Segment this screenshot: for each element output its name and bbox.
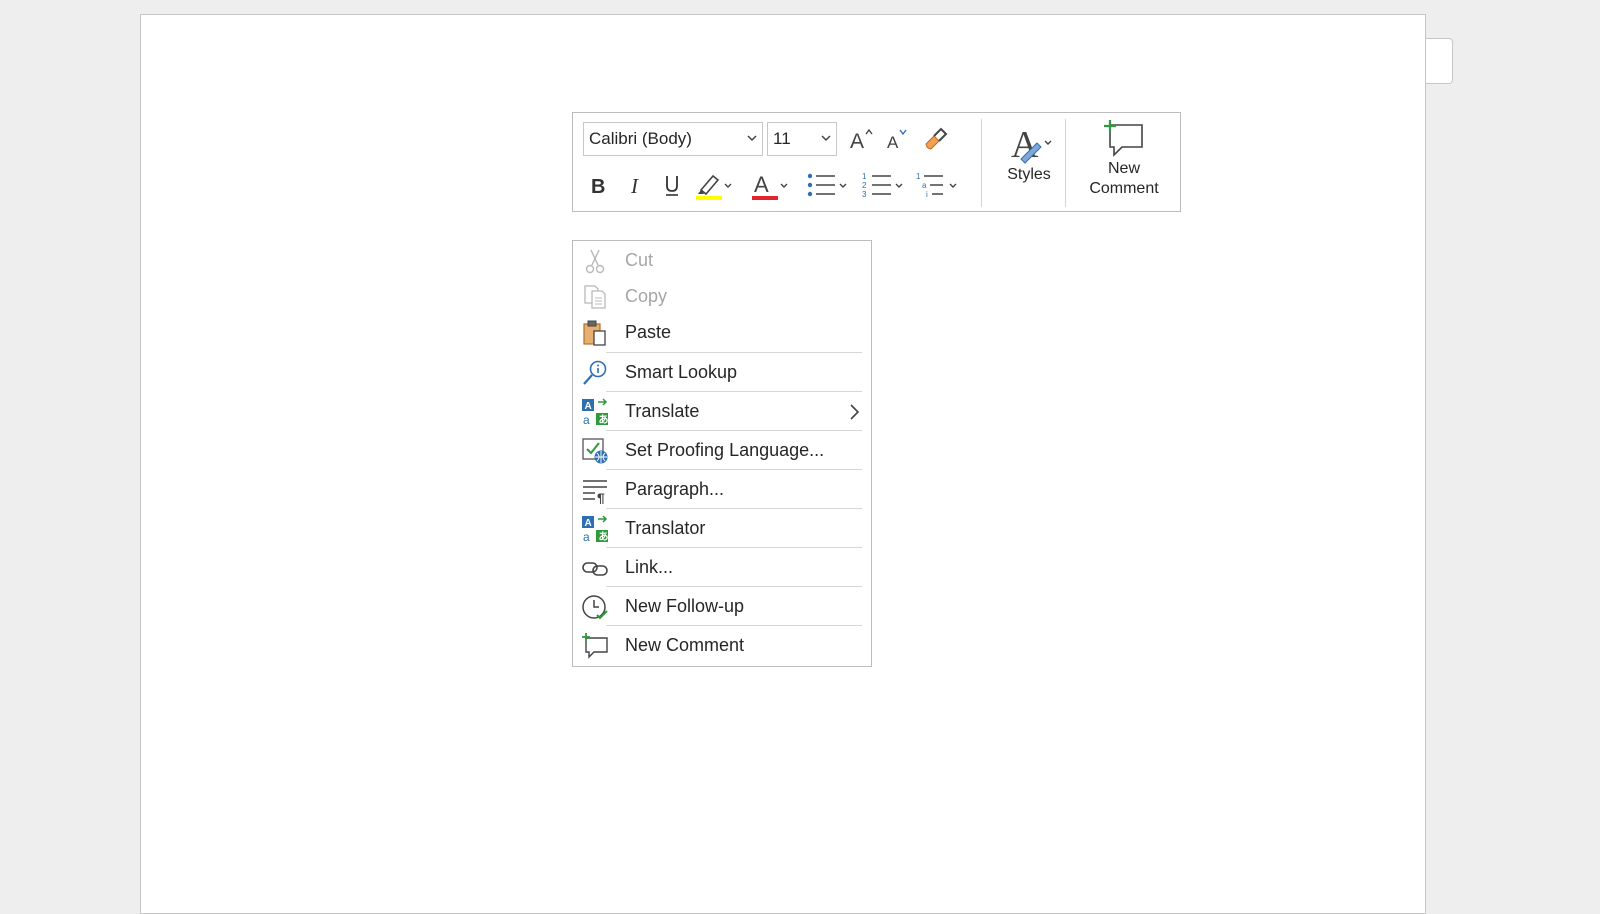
italic-icon: I	[630, 174, 639, 197]
bold-button[interactable]: B	[583, 168, 613, 202]
svg-text:a: a	[583, 413, 590, 426]
new-comment-label-line1: New	[1107, 160, 1140, 177]
svg-text:A: A	[887, 133, 899, 151]
multilevel-list-button[interactable]: 1 a i	[915, 166, 961, 204]
highlighter-icon	[696, 174, 732, 200]
styles-label: Styles	[1007, 166, 1051, 183]
menu-item-label: Smart Lookup	[625, 362, 738, 382]
svg-text:あ: あ	[599, 413, 609, 426]
numbering-button[interactable]: 1 2 3	[861, 166, 907, 204]
paragraph-icon: ¶	[581, 476, 609, 504]
paste-icon	[581, 319, 609, 347]
context-menu: Cut Copy Paste Smart Lookup A あ a Transl…	[572, 240, 872, 667]
mini-toolbar: Calibri (Body) 11 A A B I A 1 2 3 1 a i …	[572, 112, 1181, 212]
menu-item-label: Paste	[625, 322, 672, 342]
shrink-font-icon: A	[887, 129, 907, 151]
menu-item-label: Paragraph...	[625, 479, 725, 499]
toolbar-separator	[1065, 119, 1066, 207]
menu-item-smart-lookup[interactable]: Smart Lookup	[573, 353, 871, 392]
smart-lookup-icon	[581, 359, 609, 387]
copy-icon	[581, 283, 609, 311]
font-size-dropdown[interactable]: 11	[767, 122, 837, 156]
bold-icon: B	[591, 176, 605, 197]
translate-icon: A あ a	[581, 398, 609, 426]
italic-button[interactable]: I	[621, 168, 651, 202]
menu-item-new-comment[interactable]: New Comment	[573, 626, 871, 665]
toolbar-separator	[981, 119, 982, 207]
new-comment-icon	[1104, 120, 1143, 157]
menu-item-label: Set Proofing Language...	[625, 440, 825, 460]
menu-item-paste[interactable]: Paste	[573, 313, 871, 352]
proofing-language-icon	[581, 437, 609, 465]
follow-up-icon	[581, 593, 609, 621]
svg-text:a: a	[583, 530, 590, 543]
menu-item-translate[interactable]: A あ a Translate	[573, 392, 871, 431]
menu-item-set-proofing-language[interactable]: Set Proofing Language...	[573, 431, 871, 470]
chevron-down-icon	[747, 135, 757, 142]
menu-item-paragraph[interactable]: ¶ Paragraph...	[573, 470, 871, 509]
translator-icon: A あ a	[581, 515, 609, 543]
menu-item-cut[interactable]: Cut	[573, 241, 871, 280]
scissors-icon	[581, 247, 609, 275]
side-panel-tab[interactable]	[1426, 38, 1453, 84]
highlight-button[interactable]	[693, 166, 737, 204]
shrink-font-button[interactable]: A	[881, 122, 915, 156]
svg-text:A: A	[585, 518, 592, 529]
svg-text:A: A	[585, 401, 592, 412]
format-painter-button[interactable]	[917, 121, 953, 157]
menu-item-link[interactable]: Link...	[573, 548, 871, 587]
font-color-icon: A	[752, 172, 788, 200]
new-comment-icon	[581, 632, 609, 660]
svg-text:B: B	[591, 176, 605, 197]
svg-text:A: A	[754, 172, 769, 197]
chevron-right-icon	[850, 404, 860, 420]
multilevel-list-icon: 1 a i	[916, 172, 957, 199]
svg-text:2: 2	[862, 181, 867, 190]
chevron-down-icon	[821, 135, 831, 142]
svg-text:i: i	[926, 190, 928, 199]
link-icon	[581, 554, 609, 582]
underline-button[interactable]	[657, 168, 687, 202]
new-comment-button[interactable]: New Comment	[1071, 119, 1177, 207]
svg-text:¶: ¶	[597, 490, 605, 504]
menu-item-label: New Follow-up	[625, 596, 745, 616]
grow-font-icon: A	[850, 128, 873, 151]
svg-text:3: 3	[862, 190, 867, 199]
font-size-value: 11	[773, 129, 791, 148]
svg-text:I: I	[630, 174, 639, 197]
underline-icon	[666, 176, 678, 196]
menu-item-label: Translator	[625, 518, 706, 538]
menu-item-label: Link...	[625, 557, 674, 577]
format-painter-icon	[925, 127, 948, 150]
menu-item-label: Copy	[625, 286, 668, 306]
grow-font-button[interactable]: A	[845, 122, 879, 156]
svg-text:1: 1	[862, 172, 867, 181]
menu-item-copy[interactable]: Copy	[573, 277, 871, 316]
menu-item-translator[interactable]: A あ a Translator	[573, 509, 871, 548]
svg-text:A: A	[850, 130, 864, 151]
font-name-dropdown[interactable]: Calibri (Body)	[583, 122, 763, 156]
svg-text:a: a	[922, 181, 927, 190]
font-color-button[interactable]: A	[749, 166, 793, 204]
svg-text:1: 1	[916, 172, 921, 181]
menu-item-label: Cut	[625, 250, 654, 270]
menu-item-label: Translate	[625, 401, 700, 421]
bullets-button[interactable]	[805, 166, 851, 204]
highlight-color-swatch	[696, 196, 722, 200]
new-comment-label-line2: Comment	[1089, 180, 1159, 197]
bullets-icon	[807, 173, 847, 197]
styles-button[interactable]: A Styles	[987, 119, 1071, 207]
font-color-swatch	[752, 196, 778, 200]
styles-icon: A	[1011, 124, 1052, 165]
font-name-value: Calibri (Body)	[589, 129, 692, 148]
menu-item-new-follow-up[interactable]: New Follow-up	[573, 587, 871, 626]
menu-item-label: New Comment	[625, 635, 745, 655]
svg-text:あ: あ	[599, 530, 609, 543]
numbering-icon: 1 2 3	[862, 172, 903, 199]
